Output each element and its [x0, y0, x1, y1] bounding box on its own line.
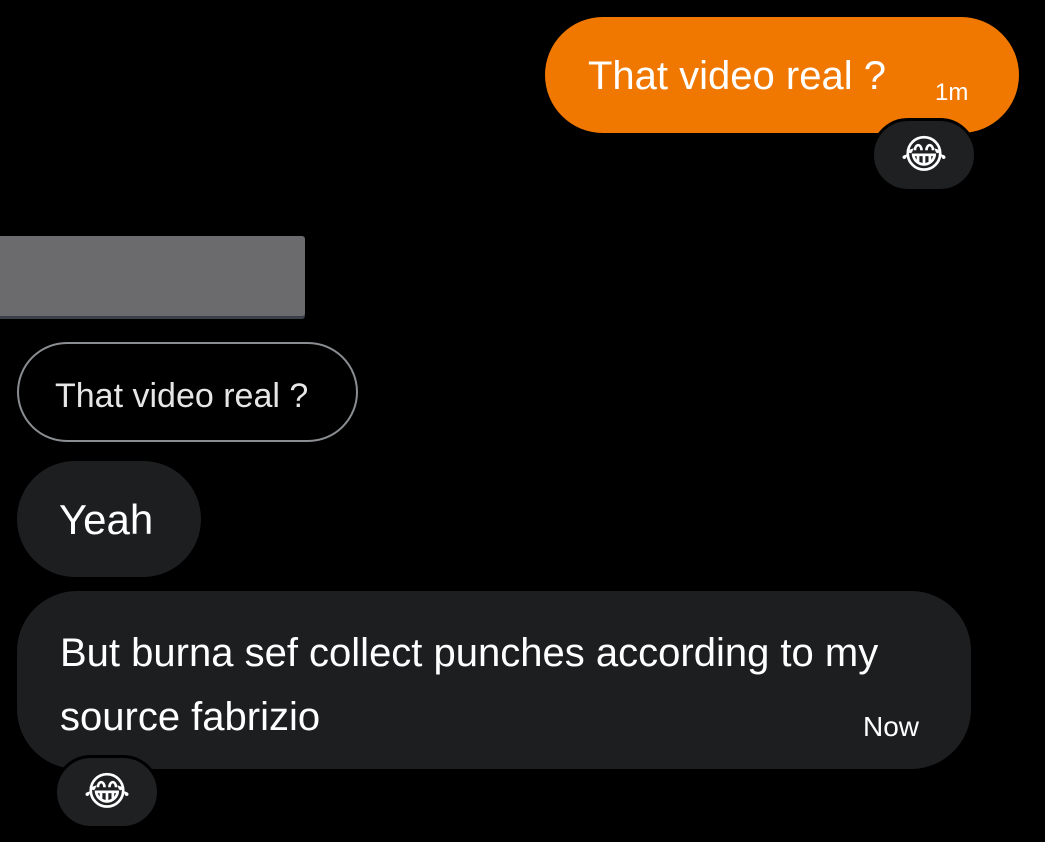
quoted-message-text: That video real ?	[55, 377, 309, 415]
incoming-message-bubble[interactable]: But burna sef collect punches according …	[17, 591, 971, 769]
face-with-tears-of-joy-icon: 😂	[900, 133, 948, 177]
reply-quote[interactable]: That video real ?	[17, 342, 358, 442]
message-text: That video real ?	[588, 54, 886, 98]
message-timestamp: 1m	[935, 79, 969, 106]
face-with-tears-of-joy-icon: 😂	[83, 770, 131, 814]
reaction-badge[interactable]: 😂	[871, 118, 977, 192]
reaction-badge[interactable]: 😂	[54, 755, 160, 829]
message-text: But burna sef collect punches according …	[60, 631, 879, 739]
media-thumbnail[interactable]	[0, 236, 305, 316]
outgoing-message-bubble[interactable]: That video real ? 1m	[545, 17, 1019, 133]
message-text: Yeah	[59, 496, 154, 543]
message-timestamp: Now	[863, 711, 920, 742]
incoming-message-bubble[interactable]: Yeah	[17, 461, 201, 577]
